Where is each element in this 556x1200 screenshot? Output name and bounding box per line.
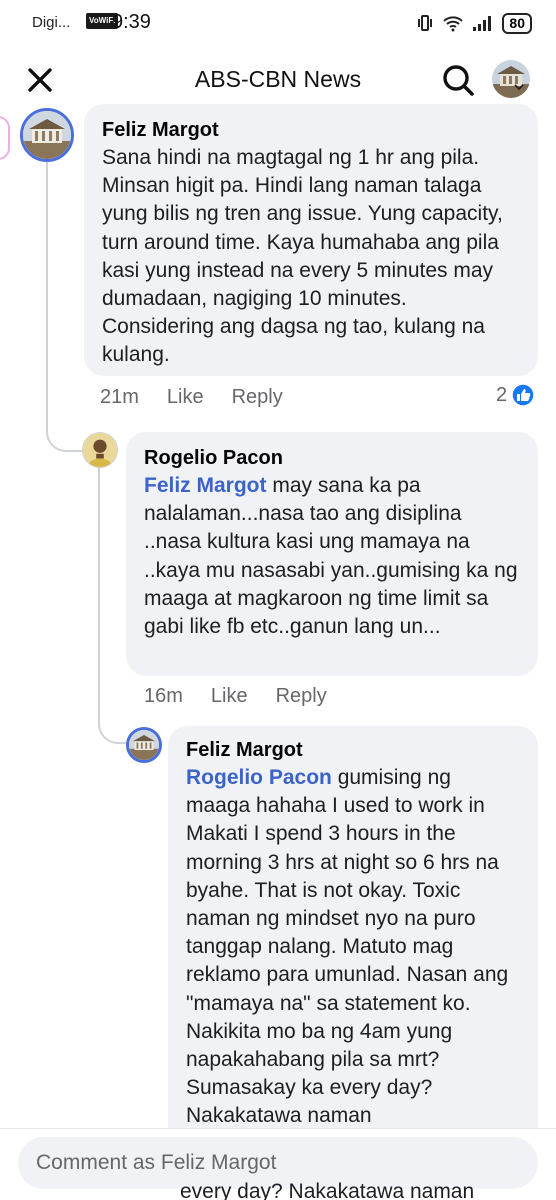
comment-actions: 16m Like Reply [144, 685, 327, 708]
comment-body: gumising ng maaga hahaha I used to work … [186, 766, 509, 1128]
reply-button[interactable]: Reply [276, 685, 327, 708]
status-time: 9:39 [112, 11, 151, 33]
comment-author[interactable]: Rogelio Pacon [144, 446, 520, 470]
thread-line [46, 160, 84, 452]
chevron-down-icon[interactable] [513, 82, 525, 92]
avatar[interactable] [82, 432, 118, 468]
comment-bubble[interactable]: Rogelio Pacon Feliz Margot may sana ka p… [126, 432, 538, 676]
story-edge-indicator [0, 116, 10, 160]
comment-author[interactable]: Feliz Margot [102, 118, 520, 142]
mention-link[interactable]: Rogelio Pacon [186, 766, 332, 789]
avatar[interactable] [126, 727, 162, 763]
profile-avatar[interactable] [492, 60, 530, 98]
thumbs-up-icon [511, 383, 535, 407]
comment-text: Feliz Margot may sana ka pa nalalaman...… [144, 472, 520, 641]
comment-text: Sana hindi na magtagal ng 1 hr ang pila.… [102, 146, 503, 367]
signal-icon [473, 16, 492, 31]
comment-time: 21m [100, 386, 139, 408]
wifi-icon [443, 16, 464, 32]
comment-time: 16m [144, 685, 183, 707]
reply-button[interactable]: Reply [232, 386, 283, 409]
thread-line [98, 468, 126, 744]
mention-link[interactable]: Feliz Margot [144, 474, 267, 497]
battery-icon: 80 [502, 12, 532, 34]
search-icon[interactable] [440, 62, 476, 98]
scrolled-text-peek: every day? Nakakatawa naman [180, 1180, 475, 1200]
top-bar: ABS-CBN News [0, 52, 556, 108]
comment-text: Rogelio Pacon gumising ng maaga hahaha I… [186, 764, 520, 1131]
reaction-summary[interactable]: 2 [496, 383, 535, 407]
carrier-label: Digi... [32, 14, 71, 31]
comment-bubble[interactable]: Feliz Margot Sana hindi na magtagal ng 1… [84, 104, 538, 376]
like-button[interactable]: Like [211, 685, 248, 708]
vibrate-icon [418, 15, 433, 31]
comment-body: may sana ka pa nalalaman...nasa tao ang … [144, 474, 518, 639]
status-bar: Digi... VoWiFi 9:39 80 [0, 0, 556, 44]
comment-author[interactable]: Feliz Margot [186, 738, 520, 762]
comment-actions: 21m Like Reply [100, 386, 283, 409]
like-button[interactable]: Like [167, 386, 204, 409]
status-icons: 80 [416, 12, 532, 34]
reaction-count: 2 [496, 383, 508, 406]
avatar[interactable] [20, 108, 74, 162]
